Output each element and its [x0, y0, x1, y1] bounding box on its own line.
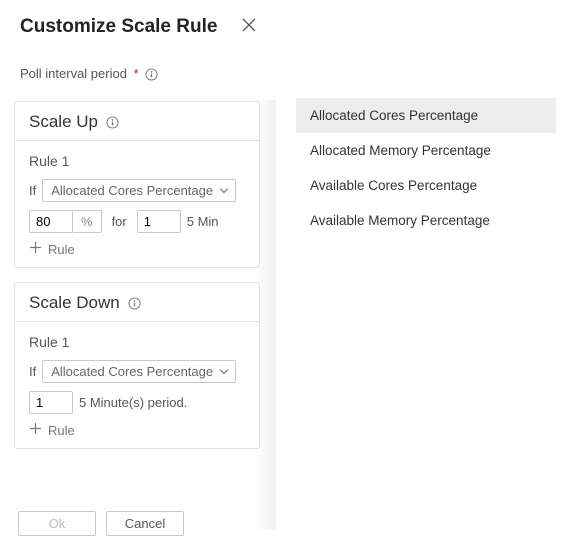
scale-up-rule-title: Rule 1 — [29, 153, 245, 169]
footer: Ok Cancel — [18, 511, 184, 536]
scale-down-duration-input[interactable] — [29, 391, 73, 414]
add-rule-label: Rule — [48, 423, 75, 438]
if-label: If — [29, 183, 36, 198]
scale-down-title: Scale Down — [29, 293, 120, 313]
required-marker: * — [134, 66, 139, 81]
scale-down-metric-value: Allocated Cores Percentage — [51, 364, 213, 379]
scale-up-threshold-input[interactable] — [29, 210, 73, 233]
scale-down-rule-title: Rule 1 — [29, 334, 245, 350]
close-button[interactable] — [242, 18, 256, 32]
scale-down-header: Scale Down — [15, 283, 259, 322]
scale-up-section: Scale Up Rule 1 If Allocated Cores Perce… — [14, 101, 260, 268]
cancel-button[interactable]: Cancel — [106, 511, 184, 536]
info-icon[interactable] — [145, 68, 158, 81]
info-icon[interactable] — [106, 116, 119, 129]
chevron-down-icon — [219, 183, 229, 198]
dropdown-option[interactable]: Available Cores Percentage — [296, 168, 556, 203]
info-icon[interactable] — [128, 297, 141, 310]
chevron-down-icon — [219, 364, 229, 379]
dropdown-option[interactable]: Available Memory Percentage — [296, 203, 556, 238]
plus-icon — [29, 241, 42, 257]
scale-down-duration-suffix: 5 Minute(s) period. — [79, 395, 187, 410]
page-title: Customize Scale Rule — [0, 0, 276, 44]
scale-up-title: Scale Up — [29, 112, 98, 132]
poll-interval-label: Poll interval period — [20, 66, 127, 81]
close-icon — [242, 18, 256, 32]
add-rule-label: Rule — [48, 242, 75, 257]
dropdown-option[interactable]: Allocated Memory Percentage — [296, 133, 556, 168]
for-label: for — [112, 214, 127, 229]
scale-up-metric-select[interactable]: Allocated Cores Percentage — [42, 179, 236, 202]
dropdown-option[interactable]: Allocated Cores Percentage — [296, 98, 556, 133]
scale-down-metric-select[interactable]: Allocated Cores Percentage — [42, 360, 236, 383]
threshold-unit: % — [73, 210, 102, 233]
scale-up-duration-suffix: 5 Min — [187, 214, 219, 229]
metric-dropdown-popover: Allocated Cores Percentage Allocated Mem… — [296, 98, 556, 238]
ok-button[interactable]: Ok — [18, 511, 96, 536]
scale-up-header: Scale Up — [15, 102, 259, 141]
scale-up-add-rule[interactable]: Rule — [29, 241, 245, 257]
scale-up-duration-input[interactable] — [137, 210, 181, 233]
plus-icon — [29, 422, 42, 438]
if-label: If — [29, 364, 36, 379]
poll-interval-field: Poll interval period * — [0, 44, 276, 87]
scale-up-metric-value: Allocated Cores Percentage — [51, 183, 213, 198]
scale-down-add-rule[interactable]: Rule — [29, 422, 245, 438]
scale-down-section: Scale Down Rule 1 If Allocated Cores Per… — [14, 282, 260, 449]
